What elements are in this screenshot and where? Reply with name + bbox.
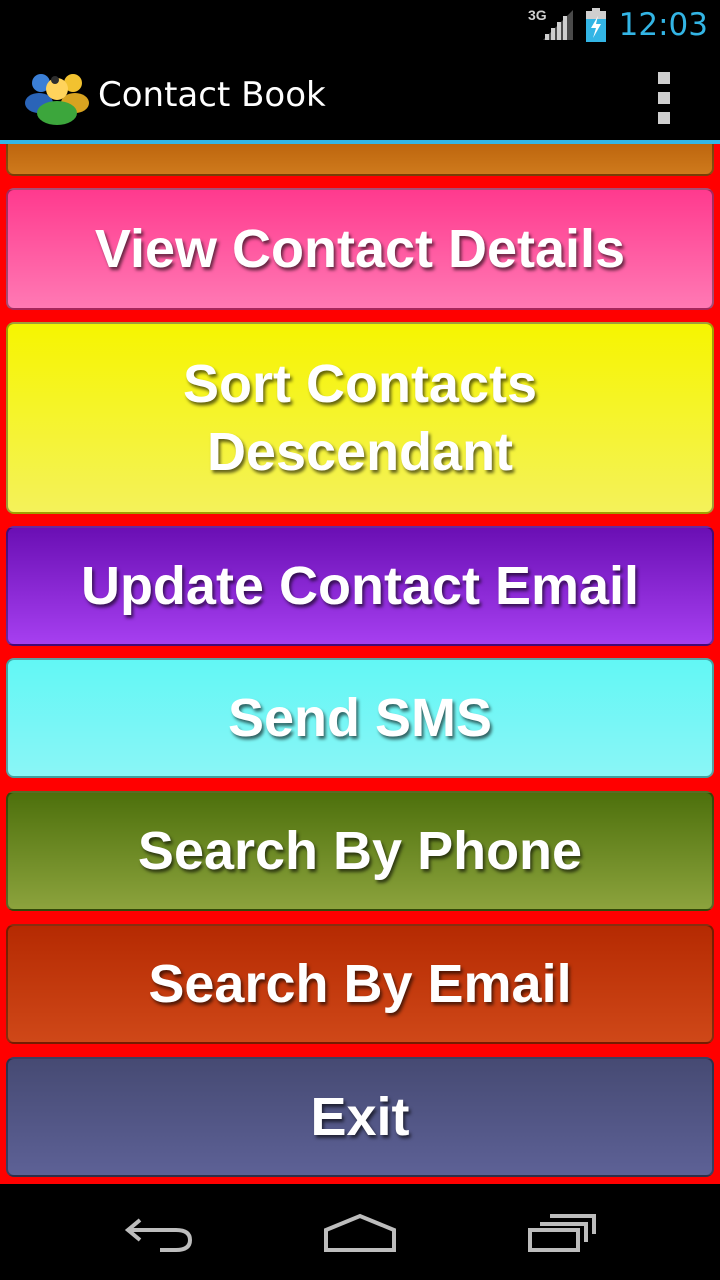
contacts-group-icon — [25, 74, 89, 125]
app-title: Contact Book — [98, 75, 326, 115]
status-time: 12:03 — [618, 7, 708, 43]
partial-menu-button[interactable] — [6, 144, 714, 176]
status-bar: 3G 12:03 — [0, 0, 720, 50]
search-by-email-button[interactable]: Search By Email — [6, 924, 714, 1044]
sort-contacts-descendant-button[interactable]: Sort Contacts Descendant — [6, 322, 714, 514]
exit-button[interactable]: Exit — [6, 1057, 714, 1177]
send-sms-button[interactable]: Send SMS — [6, 658, 714, 778]
battery-charging-icon — [585, 8, 606, 42]
network-type-label: 3G — [527, 7, 547, 23]
search-by-phone-button[interactable]: Search By Phone — [6, 791, 714, 911]
overflow-menu-icon[interactable] — [652, 72, 676, 124]
back-icon[interactable] — [120, 1210, 200, 1254]
screen: 3G 12:03 Contact Book View Contact Detai… — [0, 0, 720, 1280]
view-contact-details-button[interactable]: View Contact Details — [6, 188, 714, 310]
home-icon[interactable] — [320, 1210, 400, 1254]
action-bar: Contact Book — [0, 50, 720, 144]
navigation-bar — [0, 1184, 720, 1280]
menu-list[interactable]: View Contact Details Sort Contacts Desce… — [0, 144, 720, 1184]
update-contact-email-button[interactable]: Update Contact Email — [6, 526, 714, 646]
recent-apps-icon[interactable] — [522, 1210, 602, 1254]
